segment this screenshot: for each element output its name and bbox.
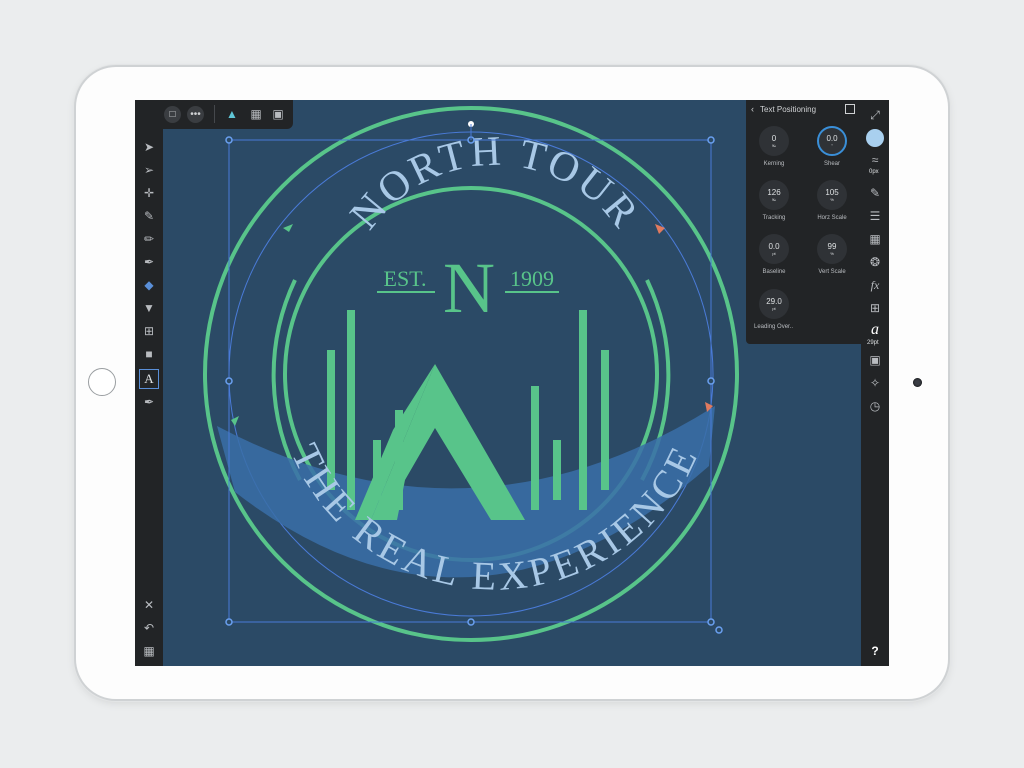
baseline-label: Baseline <box>762 269 786 275</box>
baseline-dial[interactable]: 0.0 pt <box>759 234 789 264</box>
ellipsis-icon[interactable]: ••• <box>187 106 204 123</box>
corner-tool-icon[interactable]: ✛ <box>140 184 158 202</box>
chevron-left-icon[interactable]: ‹ <box>751 104 754 114</box>
leading-dial[interactable]: 29.0 pt <box>759 289 789 319</box>
expand-icon[interactable]: ⤢ <box>866 106 884 124</box>
stroke-width-label: 0px <box>869 169 879 175</box>
pin-icon[interactable] <box>845 104 855 114</box>
undo-icon[interactable]: ↶ <box>140 619 158 637</box>
color-picker-icon[interactable]: ✒ <box>140 393 158 411</box>
font-size-label: 29pt <box>867 340 879 346</box>
navigator-icon[interactable]: ✧ <box>866 374 884 392</box>
color-wheel-icon[interactable]: ❂ <box>866 253 884 271</box>
transform-icon[interactable]: ⊞ <box>866 299 884 317</box>
app-screen: NORTH TOUR EST. N 1909 THE REAL EXPERIEN… <box>135 100 889 666</box>
effects-icon[interactable]: fx <box>866 276 884 294</box>
vert-scale-label: Vert Scale <box>818 269 846 275</box>
artistic-text-tool-icon[interactable]: A <box>139 369 159 389</box>
text-styles-icon[interactable]: ▣ <box>866 351 884 369</box>
layers-icon[interactable]: ☰ <box>866 207 884 225</box>
character-icon[interactable]: a <box>866 321 884 339</box>
fill-tool-icon[interactable]: ◆ <box>140 276 158 294</box>
transparency-tool-icon[interactable]: ▼ <box>140 299 158 317</box>
text-positioning-panel: ‹ Text Positioning 0 ‰ Kerning 0.0 ° Shear… <box>746 100 861 344</box>
home-button[interactable] <box>88 368 116 396</box>
brush-icon[interactable]: ✎ <box>866 184 884 202</box>
designer-persona-icon[interactable]: ▲ <box>223 105 241 123</box>
monogram-n: N <box>443 248 495 328</box>
tracking-dial[interactable]: 126 ‰ <box>759 180 789 210</box>
pen-tool-icon[interactable]: ✎ <box>140 207 158 225</box>
shear-label: Shear <box>823 161 840 167</box>
help-icon[interactable]: ? <box>866 642 884 660</box>
view-mode-icon[interactable]: ▣ <box>269 105 287 123</box>
shear-dial[interactable]: 0.0 ° <box>817 126 847 156</box>
trash-icon[interactable]: ▦ <box>140 642 158 660</box>
pencil-tool-icon[interactable]: ✏ <box>140 230 158 248</box>
swatches-icon[interactable]: ▦ <box>866 230 884 248</box>
horz-scale-label: Horz Scale <box>817 215 847 221</box>
panel-title: Text Positioning <box>760 105 817 114</box>
kerning-dial[interactable]: 0 ‰ <box>759 126 789 156</box>
grid-icon[interactable]: ▦ <box>247 105 265 123</box>
stroke-icon[interactable]: ≈ <box>866 151 884 169</box>
right-studio-bar: ⤢ ≈ 0px ✎ ☰ ▦ ❂ fx ⊞ a 29pt ▣ ✧ ◷ ? <box>861 100 889 666</box>
save-icon[interactable]: □ <box>164 106 181 123</box>
vert-scale-dial[interactable]: 99% <box>817 234 847 264</box>
crop-tool-icon[interactable]: ⊞ <box>140 322 158 340</box>
camera <box>913 378 922 387</box>
horz-scale-dial[interactable]: 105% <box>817 180 847 210</box>
left-toolbar: ➤ ➢ ✛ ✎ ✏ ✒ ◆ ▼ ⊞ ■ A ✒ ✕ ↶ ▦ <box>135 100 163 666</box>
est-label: EST. <box>384 266 427 291</box>
node-tool-icon[interactable]: ➢ <box>140 161 158 179</box>
tracking-label: Tracking <box>762 215 786 221</box>
shape-tool-icon[interactable]: ■ <box>140 345 158 363</box>
history-icon[interactable]: ◷ <box>866 397 884 415</box>
year-label: 1909 <box>510 266 554 291</box>
leading-label: Leading Over.. <box>754 324 794 330</box>
kerning-label: Kerning <box>763 161 785 167</box>
move-tool-icon[interactable]: ➤ <box>140 138 158 156</box>
vector-brush-icon[interactable]: ✒ <box>140 253 158 271</box>
fill-swatch[interactable] <box>866 129 884 147</box>
close-icon[interactable]: ✕ <box>140 596 158 614</box>
